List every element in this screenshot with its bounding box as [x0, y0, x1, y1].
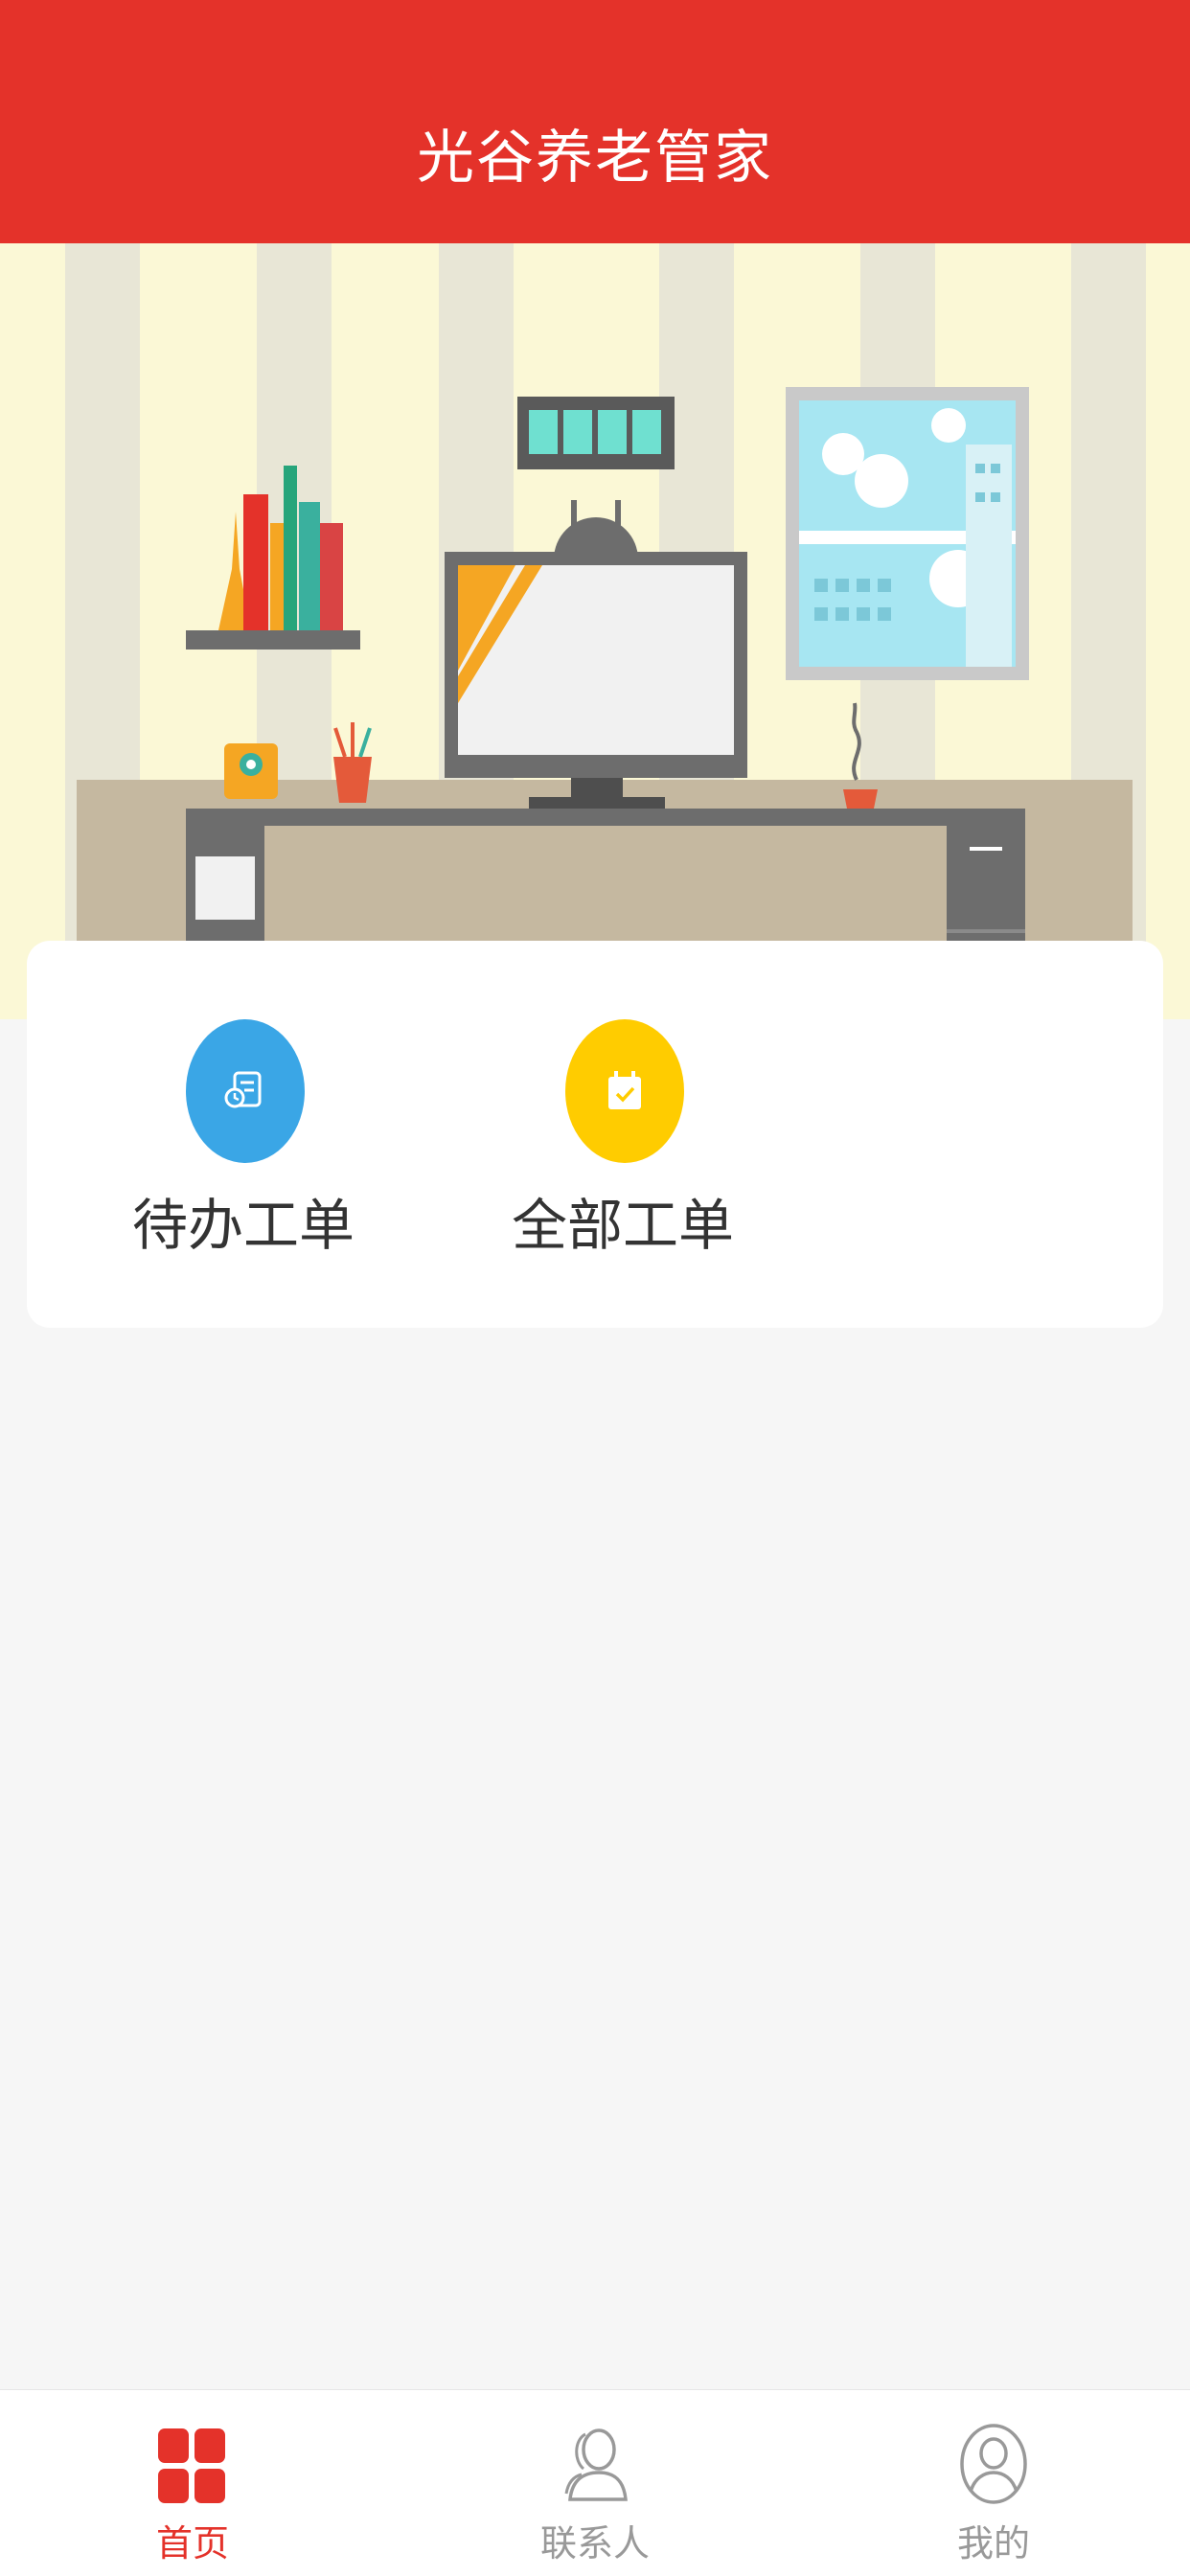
shortcut-card: 待办工单 全部工单: [27, 941, 1163, 1328]
tab-mine-label: 我的: [956, 2522, 1030, 2565]
tab-contacts-label: 联系人: [539, 2522, 650, 2565]
hero-banner: [0, 243, 1190, 1019]
contact-icon: [561, 2423, 629, 2505]
office-illustration: [0, 243, 1190, 1019]
all-orders-shortcut[interactable]: 全部工单: [498, 1019, 747, 1297]
tab-home-label: 首页: [155, 2522, 229, 2565]
pending-order-icon: [186, 1019, 305, 1163]
tab-mine[interactable]: 我的: [888, 2390, 1099, 2576]
bottom-tab-bar: 首页 联系人 我的: [0, 2389, 1190, 2576]
tab-contacts[interactable]: 联系人: [490, 2390, 700, 2576]
tab-home[interactable]: 首页: [87, 2390, 298, 2576]
pending-orders-shortcut[interactable]: 待办工单: [119, 1019, 368, 1297]
grid-icon: [158, 2423, 227, 2505]
app-header: 光谷养老管家: [0, 0, 1190, 243]
all-orders-label: 全部工单: [511, 1193, 734, 1258]
calendar-check-icon: [565, 1019, 684, 1163]
page-title: 光谷养老管家: [417, 125, 773, 192]
user-icon: [959, 2423, 1028, 2505]
pending-orders-label: 待办工单: [131, 1193, 355, 1258]
